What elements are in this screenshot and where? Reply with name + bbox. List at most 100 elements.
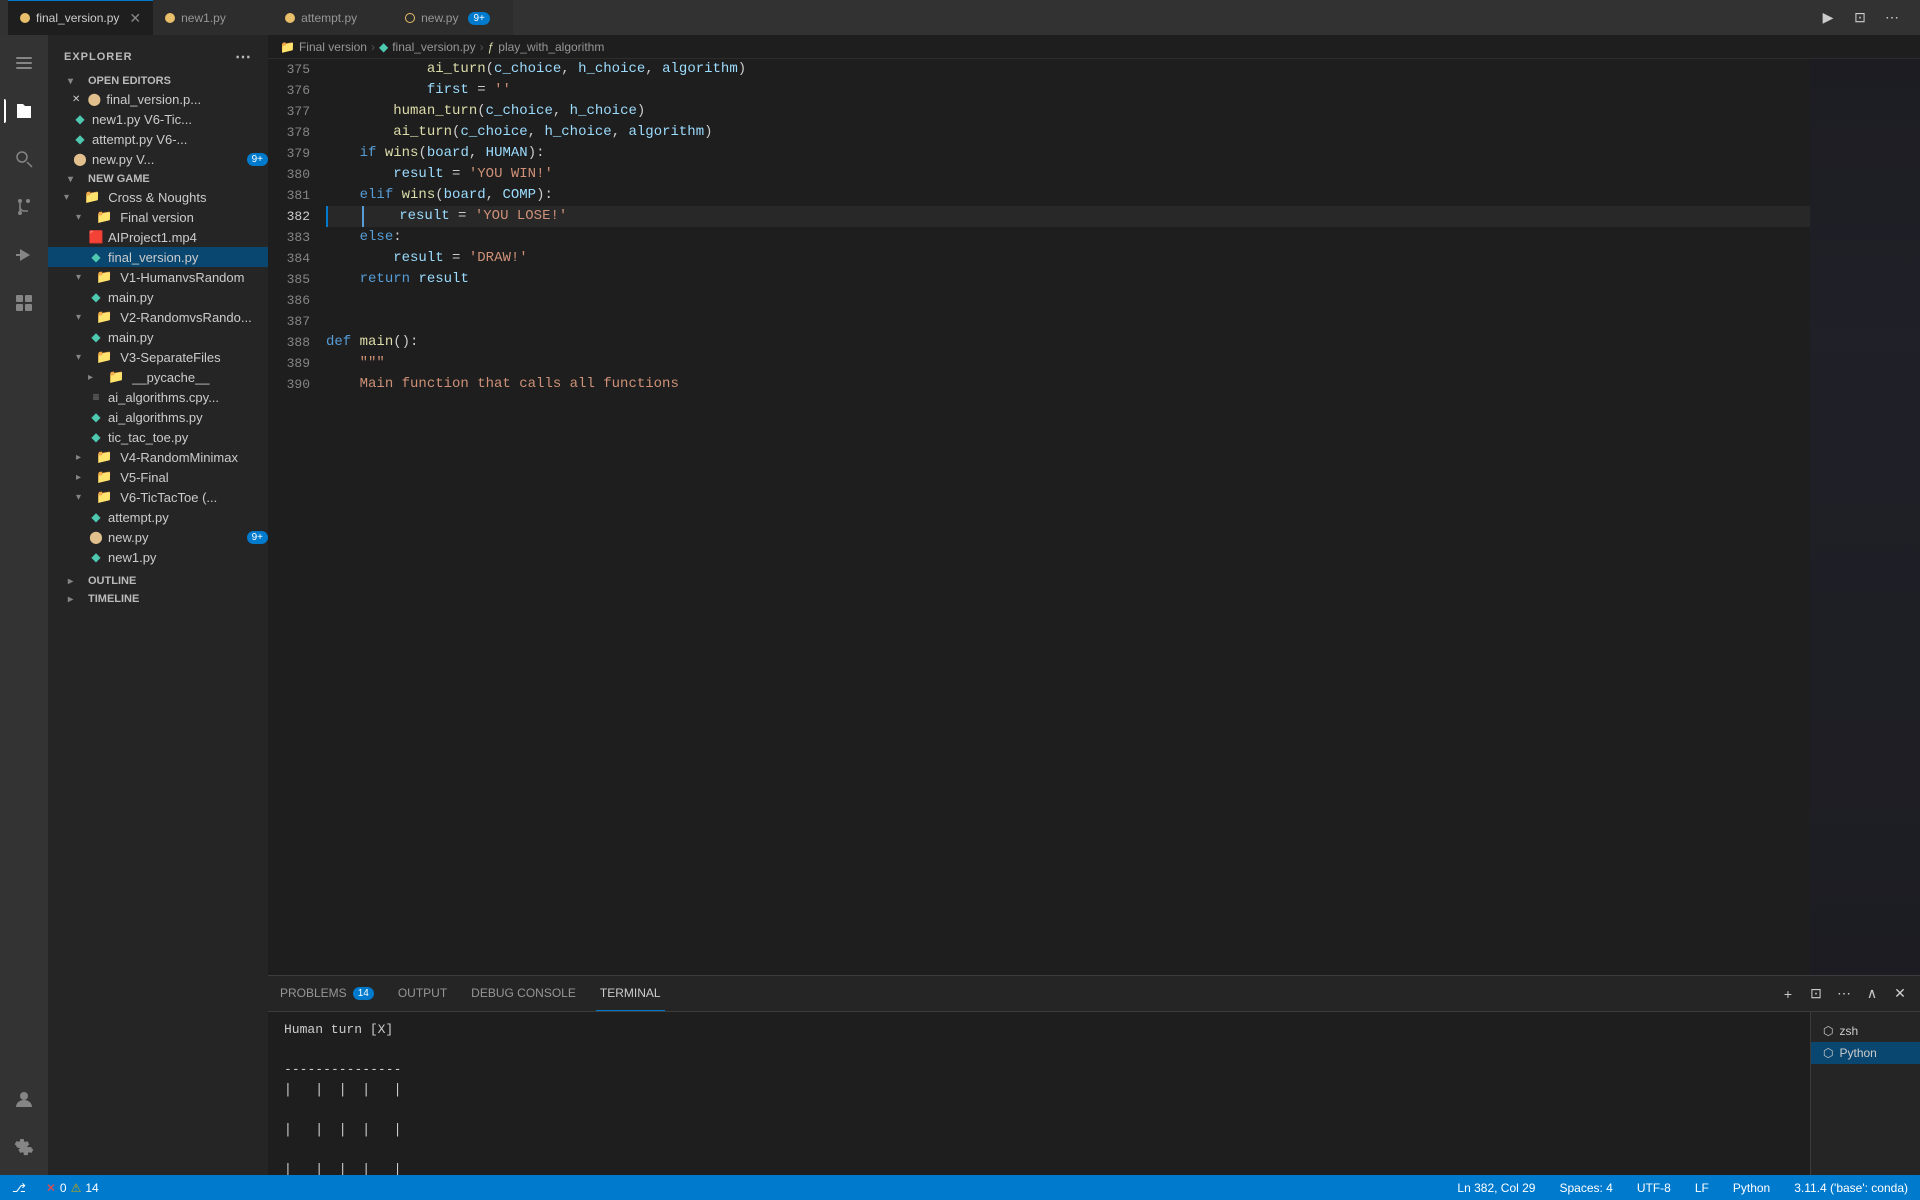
tab-problems[interactable]: PROBLEMS 14: [276, 976, 378, 1011]
file-icon-v2-main: ◆: [88, 329, 104, 345]
file-icon-new1: ◆: [72, 111, 88, 127]
line-num-385: 385: [276, 269, 310, 290]
activity-search-icon[interactable]: [4, 139, 44, 179]
code-line-383: else:: [326, 227, 1810, 248]
git-branch-icon: ⎇: [12, 1181, 26, 1195]
open-editor-new1-label: new1.py V6-Tic...: [92, 112, 268, 127]
file-v2-main[interactable]: ◆ main.py: [48, 327, 268, 347]
folder-v1[interactable]: ▾ 📁 V1-HumanvsRandom: [48, 267, 268, 287]
open-editor-final-version[interactable]: ✕ ⬤ final_version.p...: [48, 89, 268, 109]
tab-debug-label: DEBUG CONSOLE: [471, 986, 576, 1000]
file-ai-algorithms-py[interactable]: ◆ ai_algorithms.py: [48, 407, 268, 427]
panel-add-terminal[interactable]: +: [1776, 982, 1800, 1006]
tab-final-version[interactable]: final_version.py ✕: [8, 0, 153, 35]
code-line-382: result = 'YOU LOSE!': [326, 206, 1810, 227]
tab-new-py[interactable]: new.py 9+: [393, 0, 513, 35]
breadcrumb-final-version[interactable]: 📁 Final version: [280, 40, 367, 54]
file-attempt-py[interactable]: ◆ attempt.py: [48, 507, 268, 527]
folder-v6[interactable]: ▾ 📁 V6-TicTacToe (...: [48, 487, 268, 507]
tab-close-final-version[interactable]: ✕: [129, 10, 141, 27]
terminal-item-zsh[interactable]: ⬡ zsh: [1811, 1020, 1920, 1042]
file-v1-main[interactable]: ◆ main.py: [48, 287, 268, 307]
main-layout: EXPLORER ⋯ ▾ OPEN EDITORS ✕ ⬤ final_vers…: [0, 35, 1920, 1175]
activity-run-debug-icon[interactable]: [4, 235, 44, 275]
status-language[interactable]: Python: [1729, 1181, 1774, 1195]
code-editor[interactable]: 375 376 377 378 379 380 381 382 383 384 …: [268, 59, 1920, 975]
terminal-zsh-label: zsh: [1839, 1024, 1858, 1038]
folder-v2[interactable]: ▾ 📁 V2-RandomvsRando...: [48, 307, 268, 327]
status-position[interactable]: Ln 382, Col 29: [1453, 1181, 1539, 1195]
code-line-379: if wins(board, HUMAN):: [326, 143, 1810, 164]
tab-icon-attempt: [285, 13, 295, 23]
run-button[interactable]: ▶: [1816, 6, 1840, 30]
line-num-380: 380: [276, 164, 310, 185]
tab-new1[interactable]: new1.py: [153, 0, 273, 35]
tab-terminal[interactable]: TERMINAL: [596, 976, 665, 1011]
folder-final-version[interactable]: ▾ 📁 Final version: [48, 207, 268, 227]
open-editor-new1[interactable]: ◆ new1.py V6-Tic...: [48, 109, 268, 129]
folder-icon-v6: 📁: [96, 489, 112, 505]
file-new-py-v6[interactable]: ⬤ new.py 9+: [48, 527, 268, 547]
file-tic-tac-toe-py[interactable]: ◆ tic_tac_toe.py: [48, 427, 268, 447]
activity-explorer-icon[interactable]: [4, 91, 44, 131]
v5-chevron: ▸: [76, 472, 92, 483]
file-aiproject1[interactable]: 🟥 AIProject1.mp4: [48, 227, 268, 247]
terminal-board-row3: | | | | |: [284, 1160, 1794, 1175]
status-spaces[interactable]: Spaces: 4: [1555, 1181, 1616, 1195]
status-bar-left: ⎇ ✕ 0 ⚠ 14: [8, 1181, 103, 1195]
activity-extensions-icon[interactable]: [4, 283, 44, 323]
file-new1-py[interactable]: ◆ new1.py: [48, 547, 268, 567]
terminal-content[interactable]: Human turn [X] --------------- | | | | |…: [268, 1012, 1810, 1175]
close-icon-final[interactable]: ✕: [72, 94, 80, 105]
open-editors-section[interactable]: ▾ OPEN EDITORS: [48, 71, 268, 89]
outline-section[interactable]: ▸ OUTLINE: [48, 571, 268, 589]
activity-settings-icon[interactable]: [4, 1127, 44, 1167]
new-game-section[interactable]: ▾ NEW GAME: [48, 169, 268, 187]
code-line-387: [326, 311, 1810, 332]
activity-menu-icon[interactable]: [4, 43, 44, 83]
breadcrumb-file[interactable]: ◆ final_version.py: [379, 40, 476, 54]
status-encoding[interactable]: UTF-8: [1633, 1181, 1675, 1195]
status-errors[interactable]: ✕ 0 ⚠ 14: [42, 1181, 103, 1195]
activity-bar-bottom: [4, 1079, 44, 1167]
error-icon: ✕: [46, 1181, 56, 1195]
code-line-386: [326, 290, 1810, 311]
open-editor-attempt[interactable]: ◆ attempt.py V6-...: [48, 129, 268, 149]
activity-source-control-icon[interactable]: [4, 187, 44, 227]
breadcrumb-item-2: final_version.py: [392, 40, 475, 54]
file-ai-algorithms-cpy[interactable]: ≡ ai_algorithms.cpy...: [48, 387, 268, 407]
status-line-ending[interactable]: LF: [1691, 1181, 1713, 1195]
activity-accounts-icon[interactable]: [4, 1079, 44, 1119]
more-actions-button[interactable]: ⋯: [1880, 6, 1904, 30]
file-final-version-py[interactable]: ◆ final_version.py: [48, 247, 268, 267]
timeline-section[interactable]: ▸ TIMELINE: [48, 589, 268, 607]
terminal-item-python[interactable]: ⬡ Python: [1811, 1042, 1920, 1064]
line-ending-label: LF: [1695, 1181, 1709, 1195]
title-bar: final_version.py ✕ new1.py attempt.py ne…: [0, 0, 1920, 35]
folder-v5[interactable]: ▸ 📁 V5-Final: [48, 467, 268, 487]
split-editor-button[interactable]: ⊡: [1848, 6, 1872, 30]
line-num-379: 379: [276, 143, 310, 164]
tab-debug-console[interactable]: DEBUG CONSOLE: [467, 976, 580, 1011]
open-editor-new-py[interactable]: ⬤ new.py V... 9+: [48, 149, 268, 169]
folder-v4[interactable]: ▸ 📁 V4-RandomMinimax: [48, 447, 268, 467]
breadcrumb-function[interactable]: ƒ play_with_algorithm: [488, 40, 605, 54]
tab-output[interactable]: OUTPUT: [394, 976, 451, 1011]
panel-split-terminal[interactable]: ⊡: [1804, 982, 1828, 1006]
folder-cross-noughts[interactable]: ▾ 📁 Cross & Noughts: [48, 187, 268, 207]
code-content[interactable]: ai_turn(c_choice, h_choice, algorithm) f…: [318, 59, 1810, 975]
panel-close[interactable]: ✕: [1888, 982, 1912, 1006]
panel-area: PROBLEMS 14 OUTPUT DEBUG CONSOLE TERMINA…: [268, 975, 1920, 1175]
status-bar: ⎇ ✕ 0 ⚠ 14 Ln 382, Col 29 Spaces: 4 UTF-…: [0, 1175, 1920, 1200]
folder-pycache[interactable]: ▸ 📁 __pycache__: [48, 367, 268, 387]
status-python-version[interactable]: 3.11.4 ('base': conda): [1790, 1181, 1912, 1195]
activity-bar: [0, 35, 48, 1175]
tab-label-new-py: new.py: [421, 11, 458, 25]
folder-v3[interactable]: ▾ 📁 V3-SeparateFiles: [48, 347, 268, 367]
panel-maximize[interactable]: ∧: [1860, 982, 1884, 1006]
sidebar-more-icon[interactable]: ⋯: [235, 47, 252, 67]
status-git-branch[interactable]: ⎇: [8, 1181, 30, 1195]
panel-more-actions[interactable]: ⋯: [1832, 982, 1856, 1006]
tab-attempt[interactable]: attempt.py: [273, 0, 393, 35]
warning-count: 14: [85, 1181, 98, 1195]
